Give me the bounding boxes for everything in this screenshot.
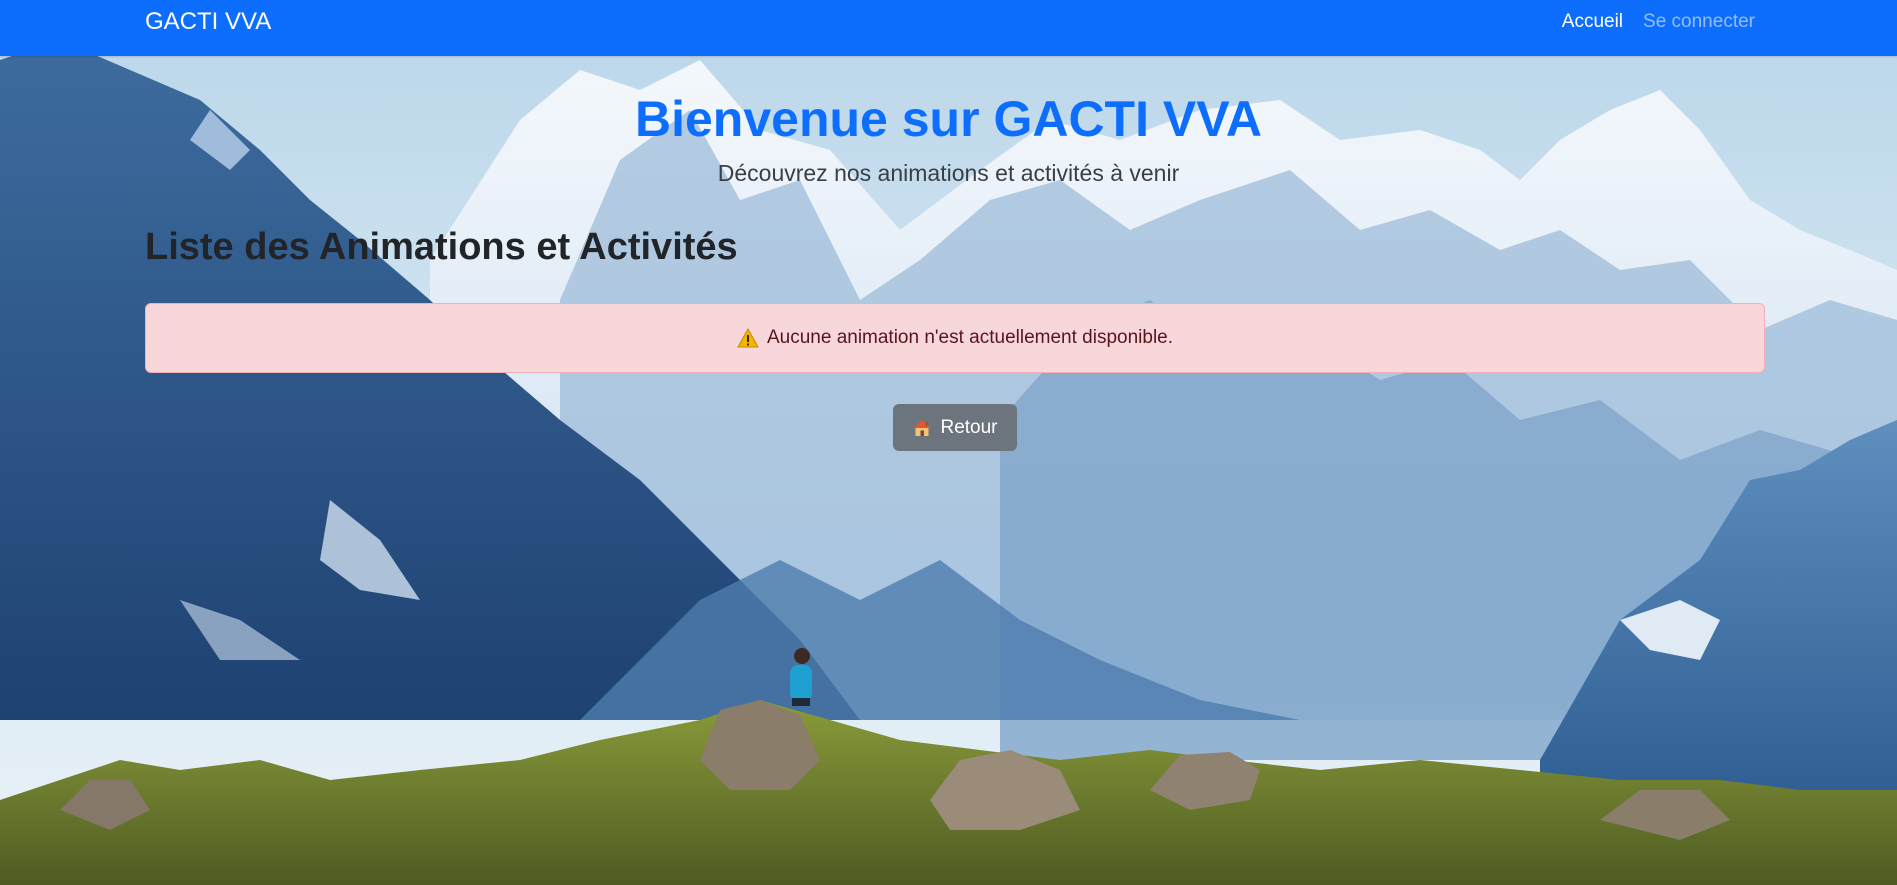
house-icon — [913, 419, 932, 436]
hero-title: Bienvenue sur GACTI VVA — [635, 91, 1262, 147]
nav-link-accueil[interactable]: Accueil — [1562, 11, 1623, 33]
nav-links: Accueil Se connecter — [1562, 11, 1755, 33]
empty-state-alert: Aucune animation n'est actuellement disp… — [145, 303, 1765, 373]
main-content: Bienvenue sur GACTI VVA Découvrez nos an… — [0, 56, 1897, 885]
section-title: Liste des Animations et Activités — [145, 226, 738, 268]
brand-link[interactable]: GACTI VVA — [145, 8, 271, 36]
nav-link-se-connecter[interactable]: Se connecter — [1643, 11, 1755, 33]
back-button-label: Retour — [940, 416, 998, 438]
hero-subtitle: Découvrez nos animations et activités à … — [717, 160, 1180, 186]
back-button[interactable]: Retour — [893, 404, 1017, 451]
top-navbar: GACTI VVA Accueil Se connecter — [0, 0, 1897, 56]
page: GACTI VVA Accueil Se connecter Bienvenue… — [0, 0, 1897, 885]
alert-message: Aucune animation n'est actuellement disp… — [766, 327, 1174, 348]
warning-icon — [737, 328, 759, 348]
